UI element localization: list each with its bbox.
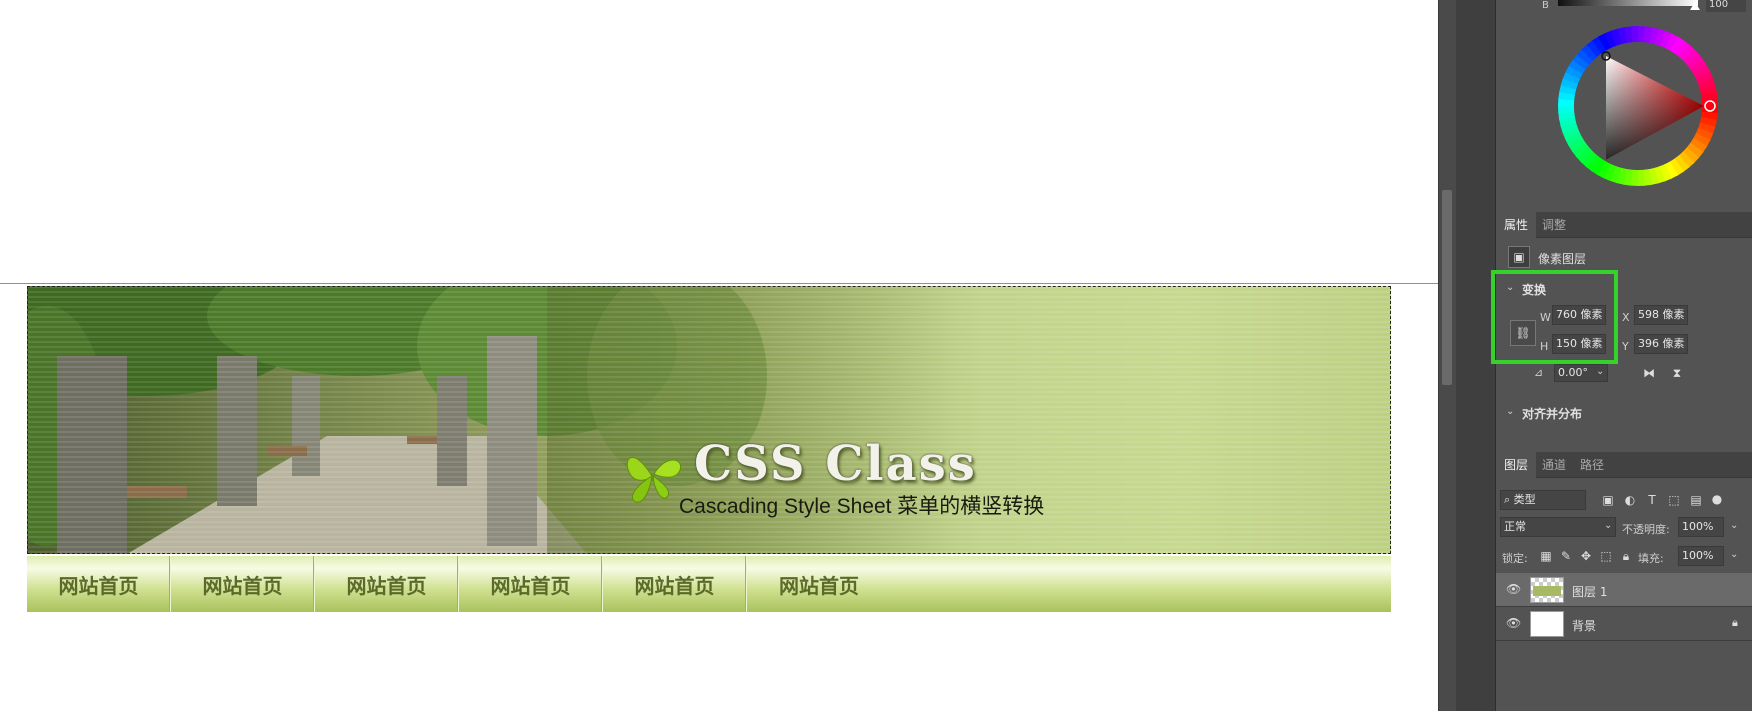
fill-label: 填充: xyxy=(1638,552,1664,565)
layer-name[interactable]: 图层 1 xyxy=(1572,583,1607,600)
opacity-dropdown-icon[interactable]: ⌄ xyxy=(1730,520,1738,531)
opacity-field[interactable]: 100% xyxy=(1678,517,1724,537)
filter-toggle-icon[interactable]: ● xyxy=(1710,488,1724,510)
filter-smart-object-icon[interactable]: ▤ xyxy=(1688,492,1704,508)
search-icon: ⌕ xyxy=(1504,493,1511,506)
layer-row-layer1[interactable]: 👁︎ 图层 1 xyxy=(1496,573,1752,607)
banner-subtitle: Cascading Style Sheet 菜单的横竖转换 xyxy=(679,495,1045,518)
transform-highlight-box xyxy=(1491,270,1618,364)
flip-horizontal-icon[interactable]: ⧓ xyxy=(1640,365,1658,381)
nav-menu: 网站首页 网站首页 网站首页 网站首页 网站首页 网站首页 xyxy=(27,556,1391,612)
nav-item-home-4[interactable]: 网站首页 xyxy=(459,556,603,612)
x-label: X xyxy=(1622,311,1630,324)
scrollbar-thumb[interactable] xyxy=(1442,190,1452,385)
layers-tabbar: 图层 通道 路径 xyxy=(1496,452,1752,478)
tab-layers[interactable]: 图层 xyxy=(1496,452,1537,478)
channel-b-value[interactable]: 100 xyxy=(1706,0,1746,12)
blend-mode-select[interactable]: 正常 xyxy=(1500,517,1616,537)
nav-item-home-2[interactable]: 网站首页 xyxy=(171,556,315,612)
layer-lock-icon: 🔒︎ xyxy=(1732,616,1738,629)
guide-line xyxy=(0,283,1438,284)
document-canvas[interactable]: CSS Class Cascading Style Sheet 菜单的横竖转换 … xyxy=(0,0,1438,711)
tab-channels[interactable]: 通道 xyxy=(1534,452,1574,478)
filter-adjustment-icon[interactable]: ◐ xyxy=(1622,492,1638,508)
y-field[interactable]: 396 像素 xyxy=(1634,334,1688,354)
align-distribute-header[interactable]: 对齐并分布 xyxy=(1522,405,1582,422)
lock-artboard-icon[interactable]: ⬚ xyxy=(1598,548,1614,564)
tab-paths[interactable]: 路径 xyxy=(1572,452,1612,478)
filter-shape-icon[interactable]: ⬚ xyxy=(1666,492,1682,508)
align-chevron-icon[interactable]: ⌄ xyxy=(1506,406,1514,417)
layer-filter-select[interactable]: ⌕ 类型 xyxy=(1500,490,1586,510)
pixel-layer-icon: ▣ xyxy=(1508,246,1530,268)
color-wheel[interactable] xyxy=(1556,24,1720,188)
y-label: Y xyxy=(1622,340,1629,353)
slider-handle-icon[interactable] xyxy=(1690,2,1700,10)
filter-type-label: 类型 xyxy=(1513,493,1536,506)
angle-dropdown-icon[interactable]: ⌄ xyxy=(1596,366,1604,377)
lock-image-icon[interactable]: ✎ xyxy=(1558,548,1574,564)
butterfly-logo-icon xyxy=(626,456,682,503)
lock-transparent-icon[interactable]: ▦ xyxy=(1538,548,1554,564)
lock-label: 锁定: xyxy=(1502,552,1528,565)
panel-dock-divider xyxy=(1456,0,1496,711)
channel-b-label: B xyxy=(1542,0,1549,11)
lock-all-icon[interactable]: 🔒︎ xyxy=(1618,548,1634,564)
nav-item-home-1[interactable]: 网站首页 xyxy=(27,556,171,612)
nav-item-home-3[interactable]: 网站首页 xyxy=(315,556,459,612)
layer-type-label: 像素图层 xyxy=(1538,252,1587,266)
x-field[interactable]: 598 像素 xyxy=(1634,305,1688,325)
layer-row-background[interactable]: 👁︎ 背景 🔒︎ xyxy=(1496,607,1752,641)
fill-dropdown-icon[interactable]: ⌄ xyxy=(1730,549,1738,560)
layer-thumbnail xyxy=(1530,611,1564,637)
layer-name[interactable]: 背景 xyxy=(1572,617,1596,634)
channel-b-slider[interactable] xyxy=(1558,0,1698,6)
properties-tabbar: 属性 调整 xyxy=(1496,212,1752,238)
tab-properties[interactable]: 属性 xyxy=(1496,212,1537,238)
filter-type-icon[interactable]: T xyxy=(1644,492,1660,508)
visibility-eye-icon[interactable]: 👁︎ xyxy=(1506,616,1521,630)
banner-title: CSS Class xyxy=(694,436,977,492)
lock-position-icon[interactable]: ✥ xyxy=(1578,548,1594,564)
tab-adjustments[interactable]: 调整 xyxy=(1534,212,1574,238)
flip-vertical-icon[interactable]: ⧗ xyxy=(1668,365,1686,381)
layer-thumbnail xyxy=(1530,577,1564,603)
nav-item-home-6[interactable]: 网站首页 xyxy=(747,556,891,612)
nav-item-home-5[interactable]: 网站首页 xyxy=(603,556,747,612)
fill-field[interactable]: 100% xyxy=(1678,546,1724,566)
blend-mode-dropdown-icon[interactable]: ⌄ xyxy=(1604,520,1612,531)
filter-pixel-icon[interactable]: ▣ xyxy=(1600,492,1616,508)
angle-icon: ⊿ xyxy=(1534,366,1544,379)
visibility-eye-icon[interactable]: 👁︎ xyxy=(1506,582,1521,596)
opacity-label: 不透明度: xyxy=(1622,523,1670,536)
